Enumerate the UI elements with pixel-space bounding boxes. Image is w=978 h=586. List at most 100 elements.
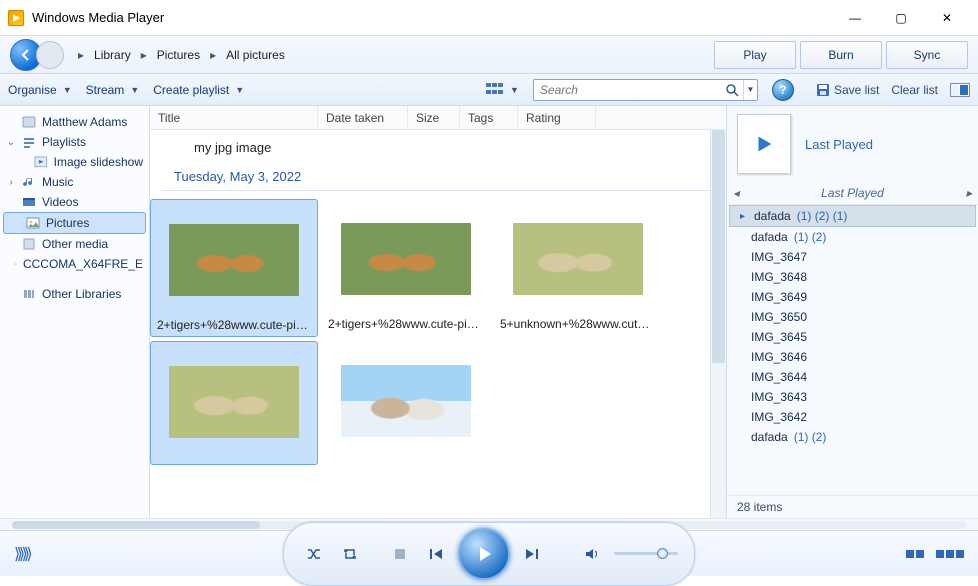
prev-list-button[interactable]: ◂ <box>733 186 739 200</box>
next-button[interactable] <box>518 540 546 568</box>
search-box[interactable]: ▼ <box>533 79 758 101</box>
organise-menu[interactable]: Organise▼ <box>8 83 72 97</box>
minimize-button[interactable]: — <box>832 4 878 32</box>
thumbnail-item[interactable] <box>322 341 490 465</box>
thumbnail-item[interactable]: 2+tigers+%28www.cute-pict... <box>322 199 490 337</box>
col-size[interactable]: Size <box>408 106 460 129</box>
playlist-row[interactable]: IMG_3644 <box>727 367 978 387</box>
nav-bar: ▸ Library ▸ Pictures ▸ All pictures Play… <box>0 36 978 74</box>
breadcrumb-pictures[interactable]: Pictures <box>157 48 200 62</box>
next-list-button[interactable]: ▸ <box>966 186 972 200</box>
disc-icon <box>14 257 17 271</box>
playlist-row[interactable]: IMG_3649 <box>727 287 978 307</box>
save-icon <box>816 83 830 97</box>
now-playing-placeholder <box>737 114 791 174</box>
playlist-row-label: IMG_3649 <box>751 290 807 304</box>
playlist-row-label: dafada <box>751 230 788 244</box>
col-date-taken[interactable]: Date taken <box>318 106 408 129</box>
create-playlist-menu[interactable]: Create playlist▼ <box>153 83 244 97</box>
breadcrumb-library[interactable]: Library <box>94 48 131 62</box>
sidebar-videos[interactable]: Videos <box>0 192 149 212</box>
sidebar-image-slideshow[interactable]: Image slideshow <box>0 152 149 172</box>
col-tags[interactable]: Tags <box>460 106 518 129</box>
playlist-row[interactable]: IMG_3646 <box>727 347 978 367</box>
breadcrumb-all-pictures[interactable]: All pictures <box>226 48 285 62</box>
main-area: Matthew Adams ⌄ Playlists Image slidesho… <box>0 106 978 518</box>
playlist-row[interactable]: IMG_3648 <box>727 267 978 287</box>
repeat-button[interactable] <box>336 540 364 568</box>
expand-icon[interactable]: › <box>6 177 16 188</box>
chevron-down-icon: ▼ <box>235 85 244 95</box>
thumbnail-caption: 2+tigers+%28www.cute-pict... <box>157 318 311 332</box>
playlist-row[interactable]: IMG_3647 <box>727 247 978 267</box>
save-list-button[interactable]: Save list <box>816 83 879 97</box>
thumbnail-item[interactable]: 2+tigers+%28www.cute-pict... <box>150 199 318 337</box>
playlist-row-suffix: (1) (2) (1) <box>797 209 848 223</box>
stop-button[interactable] <box>386 540 414 568</box>
vertical-scrollbar[interactable] <box>710 130 726 518</box>
stream-menu[interactable]: Stream▼ <box>86 83 140 97</box>
sidebar-user[interactable]: Matthew Adams <box>0 112 149 132</box>
playlist-row[interactable]: IMG_3650 <box>727 307 978 327</box>
play-list-panel: Last Played ◂ Last Played ▸ ▸dafada (1) … <box>726 106 978 518</box>
tab-burn[interactable]: Burn <box>800 41 882 69</box>
playlist-row-label: IMG_3644 <box>751 370 807 384</box>
playlist-items: ▸dafada (1) (2) (1)dafada (1) (2)IMG_364… <box>727 205 978 495</box>
sidebar-other-media[interactable]: Other media <box>0 234 149 254</box>
search-dropdown[interactable]: ▼ <box>743 80 757 100</box>
forward-button[interactable] <box>36 41 64 69</box>
sidebar-music[interactable]: › Music <box>0 172 149 192</box>
help-button[interactable]: ? <box>772 79 794 101</box>
thumbnail-grid: 2+tigers+%28www.cute-pict... 2+tigers+%28… <box>150 199 726 465</box>
thumbnail-item[interactable]: 5+unknown+%28www.cute-... <box>494 199 662 337</box>
app-title: Windows Media Player <box>32 10 832 25</box>
group-title: my jpg image <box>150 130 726 163</box>
col-title[interactable]: Title <box>150 106 318 129</box>
playlist-row[interactable]: dafada (1) (2) <box>727 427 978 447</box>
clear-list-button[interactable]: Clear list <box>891 83 938 97</box>
maximize-button[interactable]: ▢ <box>878 4 924 32</box>
playlist-row-label: IMG_3642 <box>751 410 807 424</box>
other-media-icon <box>22 237 36 251</box>
thumbnail-item[interactable] <box>150 341 318 465</box>
collapse-icon[interactable]: ⌄ <box>6 137 16 148</box>
playlist-row[interactable]: IMG_3643 <box>727 387 978 407</box>
libraries-icon <box>22 287 36 301</box>
list-pane-toggle[interactable] <box>950 83 970 97</box>
view-options[interactable]: ▼ <box>486 83 519 97</box>
switch-to-now-playing[interactable] <box>906 550 964 558</box>
volume-slider[interactable] <box>614 552 678 555</box>
playlist-row-label: IMG_3648 <box>751 270 807 284</box>
playlist-row[interactable]: IMG_3642 <box>727 407 978 427</box>
playlist-row[interactable]: IMG_3645 <box>727 327 978 347</box>
playlist-row-suffix: (1) (2) <box>794 230 827 244</box>
sidebar-other-libraries[interactable]: Other Libraries <box>0 284 149 304</box>
chevron-down-icon: ▼ <box>510 85 519 95</box>
mute-button[interactable] <box>578 540 606 568</box>
tab-sync[interactable]: Sync <box>886 41 968 69</box>
playlist-row-label: IMG_3643 <box>751 390 807 404</box>
close-button[interactable]: ✕ <box>924 4 970 32</box>
sidebar-disc[interactable]: CCCOMA_X64FRE_E <box>0 254 149 274</box>
last-played-label: Last Played <box>805 137 873 152</box>
col-rating[interactable]: Rating <box>518 106 596 129</box>
playlist-row[interactable]: dafada (1) (2) <box>727 227 978 247</box>
chevron-right-icon: ▸ <box>210 48 216 62</box>
chevron-down-icon: ▼ <box>63 85 72 95</box>
playlist-row[interactable]: ▸dafada (1) (2) (1) <box>729 205 976 227</box>
sidebar-pictures[interactable]: Pictures <box>3 212 146 234</box>
toolbar: Organise▼ Stream▼ Create playlist▼ ▼ ▼ ?… <box>0 74 978 106</box>
sidebar-playlists[interactable]: ⌄ Playlists <box>0 132 149 152</box>
previous-button[interactable] <box>422 540 450 568</box>
now-playing-indicator: ⟫⟫⟫ <box>14 544 29 564</box>
playlist-row-label: IMG_3646 <box>751 350 807 364</box>
play-button[interactable] <box>458 528 510 580</box>
search-icon[interactable] <box>721 80 743 100</box>
search-input[interactable] <box>534 83 721 97</box>
shuffle-button[interactable] <box>300 540 328 568</box>
chevron-right-icon: ▸ <box>141 48 147 62</box>
thumbnail-caption: 5+unknown+%28www.cute-... <box>500 317 656 331</box>
tab-play[interactable]: Play <box>714 41 796 69</box>
music-icon <box>22 175 36 189</box>
title-bar: Windows Media Player — ▢ ✕ <box>0 0 978 36</box>
